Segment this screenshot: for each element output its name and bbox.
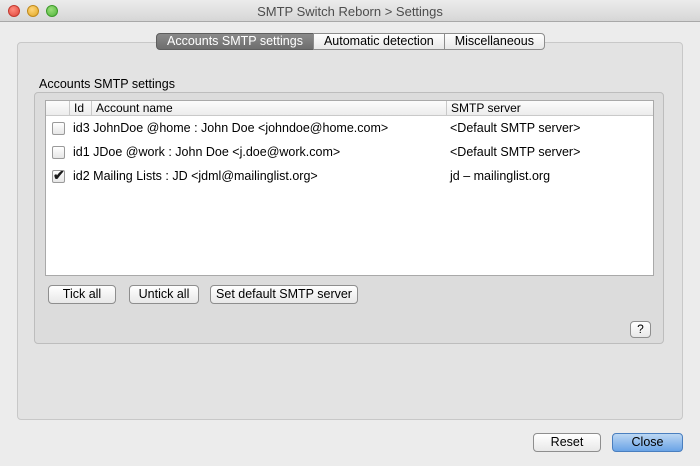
tab-miscellaneous[interactable]: Miscellaneous [443,33,545,50]
smtp-server-cell[interactable]: jd – mailinglist.org [450,169,550,183]
account-checkbox[interactable] [52,146,65,159]
accounts-table: Id Account name SMTP server id3 JohnDoe … [45,100,654,276]
smtp-server-cell[interactable]: <Default SMTP server> [450,145,580,159]
account-checkbox[interactable]: ✔ [52,167,65,183]
tick-all-button[interactable]: Tick all [48,285,116,304]
checkmark-icon: ✔ [53,167,65,183]
window-title: SMTP Switch Reborn > Settings [257,4,443,19]
close-button[interactable]: Close [612,433,683,452]
table-row[interactable]: id1 JDoe @work : John Doe <j.doe@work.co… [46,141,653,165]
smtp-server-cell[interactable]: <Default SMTP server> [450,121,580,135]
help-button[interactable]: ? [630,321,651,338]
header-id[interactable]: Id [69,101,92,116]
reset-button[interactable]: Reset [533,433,601,452]
tab-bar: Accounts SMTP settings Automatic detecti… [156,33,545,50]
header-check-column[interactable] [46,101,68,116]
account-name-cell: id2 Mailing Lists : JD <jdml@mailinglist… [73,169,318,183]
account-name-cell: id1 JDoe @work : John Doe <j.doe@work.co… [73,145,341,159]
tab-automatic-detection[interactable]: Automatic detection [312,33,445,50]
account-name-cell: id3 JohnDoe @home : John Doe <johndoe@ho… [73,121,389,135]
group-label: Accounts SMTP settings [39,77,175,91]
untick-all-button[interactable]: Untick all [129,285,199,304]
account-checkbox[interactable] [52,122,65,135]
header-smtp-server[interactable]: SMTP server [446,101,653,116]
title-bar[interactable]: SMTP Switch Reborn > Settings [0,0,700,22]
tab-accounts-smtp-settings[interactable]: Accounts SMTP settings [156,33,314,50]
settings-window: SMTP Switch Reborn > Settings Accounts S… [0,0,700,466]
header-account-name[interactable]: Account name [91,101,446,116]
set-default-smtp-server-button[interactable]: Set default SMTP server [210,285,358,304]
table-row[interactable]: ✔ id2 Mailing Lists : JD <jdml@mailingli… [46,165,653,189]
table-row[interactable]: id3 JohnDoe @home : John Doe <johndoe@ho… [46,117,653,141]
table-header: Id Account name SMTP server [46,101,653,116]
